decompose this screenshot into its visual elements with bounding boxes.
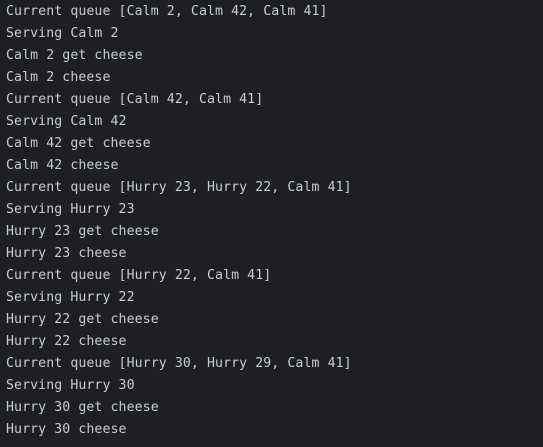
console-line: Serving Hurry 30 [6, 378, 135, 393]
console-line: Calm 42 get cheese [6, 136, 151, 151]
console-line: Serving Calm 2 [6, 26, 119, 41]
console-line: Calm 2 get cheese [6, 48, 143, 63]
console-line: Current queue [Calm 42, Calm 41] [6, 92, 264, 107]
console-line: Current queue [Hurry 22, Calm 41] [6, 268, 272, 283]
console-line: Calm 42 cheese [6, 158, 119, 173]
console-line: Hurry 30 cheese [6, 422, 127, 437]
console-line: Hurry 22 get cheese [6, 312, 159, 327]
console-line: Current queue [Hurry 23, Hurry 22, Calm … [6, 180, 352, 195]
console-line: Calm 2 cheese [6, 70, 111, 85]
console-line: Serving Calm 42 [6, 114, 127, 129]
console-line: Hurry 23 get cheese [6, 224, 159, 239]
console-line: Serving Hurry 23 [6, 202, 135, 217]
console-output[interactable]: Current queue [Calm 2, Calm 42, Calm 41]… [0, 0, 543, 447]
console-line: Hurry 30 get cheese [6, 400, 159, 415]
console-line: Hurry 23 cheese [6, 246, 127, 261]
console-line: Current queue [Calm 2, Calm 42, Calm 41] [6, 4, 328, 19]
console-line: Current queue [Hurry 30, Hurry 29, Calm … [6, 356, 352, 371]
console-line: Hurry 22 cheese [6, 334, 127, 349]
console-line: Serving Hurry 22 [6, 290, 135, 305]
